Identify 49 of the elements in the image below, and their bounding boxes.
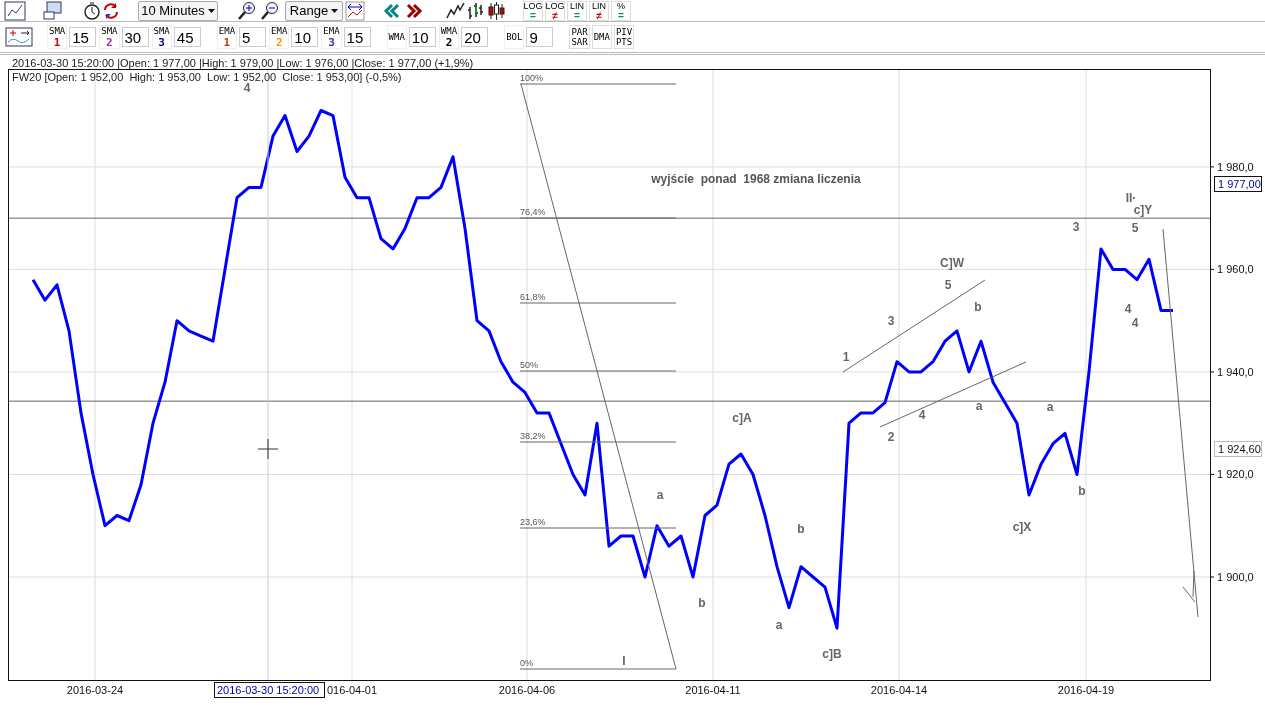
wave-label: 4 xyxy=(1131,316,1139,330)
wave-label: 5 xyxy=(944,278,952,292)
chart-note: wyjście ponad 1968 zmiana liczenia xyxy=(651,172,861,186)
wave-label: II· xyxy=(1125,191,1137,205)
wave-label: 3 xyxy=(887,314,895,328)
price-tag: 1 977,00 xyxy=(1214,176,1262,192)
price-axis-label: 1 940,0 xyxy=(1217,365,1254,378)
date-axis-label: 2016-04-14 xyxy=(870,684,928,696)
info-line: 2016-03-30 15:20:00 |Open: 1 977,00 |High: 1 979,00 |Low: 1 976,00 |Close: 1 977,00 (+1,9%) xyxy=(12,57,474,69)
wave-label: 4 xyxy=(1124,302,1132,316)
date-axis-label: 2016-04-11 xyxy=(685,684,741,696)
date-axis-label: 2016-03-24 xyxy=(66,684,124,696)
price-axis-label: 1 920,0 xyxy=(1217,468,1254,481)
wave-label: c]X xyxy=(1012,520,1032,534)
wave-label: c]Y xyxy=(1133,203,1153,217)
fibonacci-label: 61,8% xyxy=(520,292,546,302)
wave-label: b xyxy=(974,300,982,314)
wave-label: 5 xyxy=(1131,221,1139,235)
wave-label: 4 xyxy=(918,408,926,422)
wave-label: b xyxy=(698,596,706,610)
chart-legend: FW20 [Open: 1 952,00 High: 1 953,00 Low: 1 952,00 Close: 1 953,00] (-0,5%) xyxy=(12,71,402,83)
wave-label: a xyxy=(1046,400,1054,414)
price-axis-label: 1 960,0 xyxy=(1217,263,1254,276)
wave-label: c]A xyxy=(732,411,752,425)
date-axis-label: 016-04-01 xyxy=(326,684,378,696)
fibonacci-label: 0% xyxy=(520,658,533,668)
price-axis-label: 1 900,0 xyxy=(1217,570,1254,583)
price-axis-label: 1 980,0 xyxy=(1217,160,1254,173)
fibonacci-label: 23,6% xyxy=(520,517,546,527)
wave-label: 4 xyxy=(243,81,251,95)
fibonacci-label: 50% xyxy=(520,360,538,370)
wave-label: a xyxy=(975,399,983,413)
date-axis-label: 2016-04-19 xyxy=(1057,684,1115,696)
fibonacci-label: 38,2% xyxy=(520,431,546,441)
wave-label: 3 xyxy=(1072,220,1080,234)
wave-label: 1 xyxy=(842,350,850,364)
wave-label: I xyxy=(622,654,626,668)
cursor-time-tag: 2016-03-30 15:20:00 xyxy=(214,682,325,698)
fibonacci-label: 100% xyxy=(520,73,544,83)
wave-label: C]W xyxy=(940,256,964,270)
wave-label: b xyxy=(1078,484,1086,498)
wave-label: a xyxy=(775,618,783,632)
price-tag: 1 924,60 xyxy=(1214,441,1262,457)
wave-label: a xyxy=(656,488,664,502)
wave-label: 2 xyxy=(887,430,895,444)
wave-label: b xyxy=(797,522,805,536)
date-axis-label: 2016-04-06 xyxy=(498,684,556,696)
wave-label: c]B xyxy=(822,647,842,661)
fibonacci-label: 76,4% xyxy=(520,207,546,217)
